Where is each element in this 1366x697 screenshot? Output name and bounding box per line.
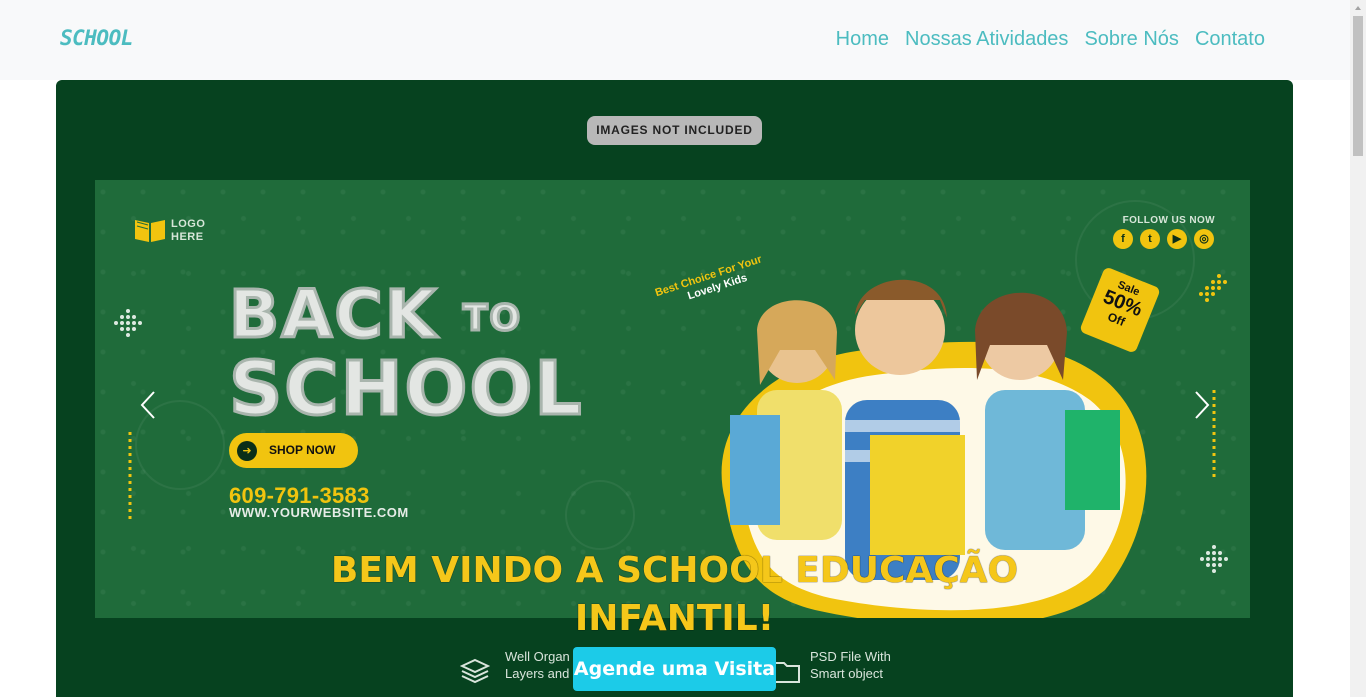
twitter-icon: t bbox=[1140, 229, 1160, 249]
title-to: TO bbox=[461, 296, 523, 340]
title-line-1: BACK TO bbox=[228, 276, 523, 353]
scrollbar-thumb[interactable] bbox=[1353, 16, 1363, 156]
social-icons: f t ▶ ◎ bbox=[1113, 229, 1214, 249]
welcome-heading: BEM VINDO A SCHOOL EDUCAÇÃO INFANTIL! bbox=[56, 547, 1293, 643]
nav-link-sobre[interactable]: Sobre Nós bbox=[1084, 28, 1179, 51]
schedule-visit-button[interactable]: Agende uma Visita bbox=[573, 647, 776, 691]
chevron-left-icon bbox=[140, 391, 155, 419]
carousel-prev-button[interactable] bbox=[134, 388, 164, 422]
title-line-2: SCHOOL bbox=[228, 345, 584, 432]
youtube-icon: ▶ bbox=[1167, 229, 1187, 249]
facebook-icon: f bbox=[1113, 229, 1133, 249]
nav-link-atividades[interactable]: Nossas Atividades bbox=[905, 28, 1068, 51]
scroll-up-arrow-icon[interactable] bbox=[1350, 0, 1366, 16]
feature-left-line-2: Layers and bbox=[505, 666, 570, 681]
chalk-doodle bbox=[565, 480, 635, 550]
shop-now-label: SHOP NOW bbox=[269, 443, 336, 457]
book-logo-icon bbox=[135, 220, 165, 242]
navbar: SCHOOL Home Nossas Atividades Sobre Nós … bbox=[0, 0, 1350, 80]
follow-us-label: FOLLOW US NOW bbox=[1122, 215, 1215, 226]
feature-right-line-1: PSD File With bbox=[810, 649, 891, 664]
dotted-line-decoration bbox=[128, 432, 132, 522]
instagram-icon: ◎ bbox=[1194, 229, 1214, 249]
logo-line-1: LOGO bbox=[171, 218, 206, 230]
chevron-right-icon bbox=[1195, 391, 1210, 419]
images-not-included-badge: IMAGES NOT INCLUDED bbox=[587, 116, 762, 145]
logo-line-2: HERE bbox=[171, 231, 204, 243]
hero-carousel: IMAGES NOT INCLUDED LOGO HERE BACK TO SC… bbox=[56, 80, 1293, 697]
nav-links: Home Nossas Atividades Sobre Nós Contato bbox=[836, 28, 1265, 51]
arrow-right-icon: ➜ bbox=[237, 441, 257, 461]
page-scrollbar[interactable] bbox=[1350, 0, 1366, 697]
feature-right-line-2: Smart object bbox=[810, 666, 883, 681]
feature-layers: Well Organ Layers and bbox=[505, 648, 570, 682]
folder-icon bbox=[774, 662, 800, 683]
nav-link-contato[interactable]: Contato bbox=[1195, 28, 1265, 51]
logo-placeholder-text: LOGO HERE bbox=[171, 218, 205, 244]
welcome-line-1: BEM VINDO A SCHOOL EDUCAÇÃO bbox=[330, 550, 1019, 591]
layers-icon bbox=[460, 658, 490, 684]
back-to-school-title: BACK TO SCHOOL bbox=[228, 276, 584, 432]
feature-psd: PSD File With Smart object bbox=[810, 648, 891, 682]
dot-pattern-icon bbox=[1199, 274, 1227, 302]
welcome-line-2: INFANTIL! bbox=[574, 598, 775, 639]
brand-logo[interactable]: SCHOOL bbox=[60, 26, 133, 50]
shop-now-button[interactable]: ➜ SHOP NOW bbox=[229, 433, 358, 468]
carousel-next-button[interactable] bbox=[1186, 388, 1216, 422]
nav-link-home[interactable]: Home bbox=[836, 28, 889, 51]
feature-left-line-1: Well Organ bbox=[505, 649, 570, 664]
dot-pattern-icon bbox=[114, 309, 142, 337]
website-url: WWW.YOURWEBSITE.COM bbox=[229, 505, 409, 520]
